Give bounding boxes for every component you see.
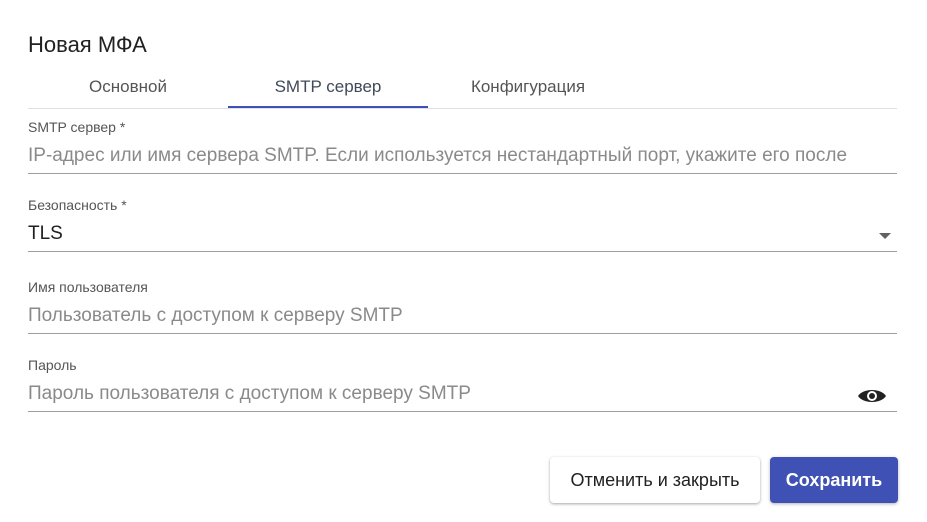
smtp-server-field: SMTP сервер *: [28, 118, 897, 174]
tab-main[interactable]: Основной: [28, 68, 228, 106]
dialog-title: Новая МФА: [28, 32, 147, 57]
security-field: Безопасность * TLS: [28, 196, 897, 252]
username-input[interactable]: [28, 302, 897, 334]
security-label: Безопасность *: [28, 197, 127, 213]
chevron-down-icon: [879, 233, 891, 239]
tab-smtp-server[interactable]: SMTP сервер: [228, 68, 428, 108]
tab-bar: Основной SMTP сервер Конфигурация: [28, 68, 897, 109]
smtp-server-input[interactable]: [28, 142, 897, 174]
save-button[interactable]: Сохранить: [770, 457, 898, 503]
username-label: Имя пользователя: [28, 279, 148, 295]
cancel-button[interactable]: Отменить и закрыть: [550, 457, 760, 503]
password-label: Пароль: [28, 357, 77, 373]
tab-configuration[interactable]: Конфигурация: [428, 68, 628, 106]
password-input-wrapper: [28, 380, 897, 412]
username-field: Имя пользователя: [28, 278, 897, 334]
security-selected-value: TLS: [28, 223, 63, 244]
smtp-server-label: SMTP сервер *: [28, 119, 126, 135]
security-select[interactable]: TLS: [28, 220, 897, 252]
eye-icon[interactable]: [857, 386, 887, 406]
password-field: Пароль: [28, 356, 897, 412]
password-input[interactable]: [28, 380, 897, 412]
